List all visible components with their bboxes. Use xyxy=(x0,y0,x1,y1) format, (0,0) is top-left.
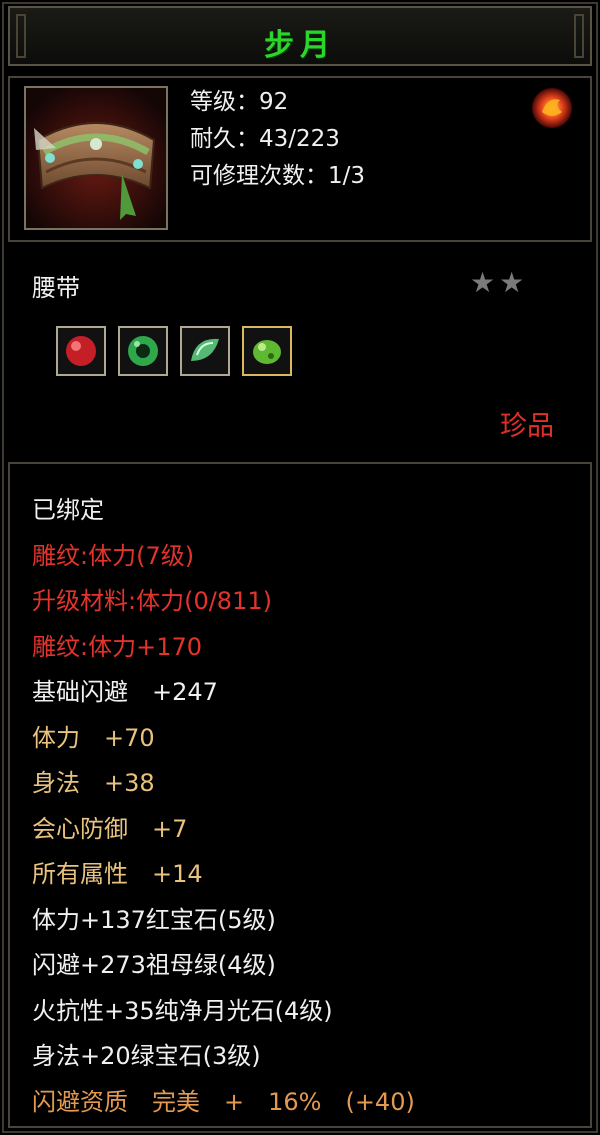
item-stats: 等级：92 耐久：43/223 可修理次数：1/3 xyxy=(190,84,365,195)
stat-line: 身法 +38 xyxy=(32,769,155,797)
gem-bonus-line: 体力+137红宝石(5级) xyxy=(32,905,276,934)
bound-status: 已绑定 xyxy=(32,496,104,524)
moonstone-gem-icon[interactable] xyxy=(180,326,230,376)
gem-sockets xyxy=(56,326,292,376)
level-text: 等级：92 xyxy=(190,89,289,115)
repair-count-text: 可修理次数：1/3 xyxy=(190,163,366,189)
title-bar: 步月 xyxy=(8,6,592,66)
engraving-bonus-line: 雕纹:体力+170 xyxy=(32,632,203,661)
item-header-panel: 等级：92 耐久：43/223 可修理次数：1/3 xyxy=(8,76,592,242)
durability-text: 耐久：43/223 xyxy=(190,126,340,152)
stat-line: 会心防御 +7 xyxy=(32,814,188,843)
emerald-gem-icon[interactable] xyxy=(118,326,168,376)
property-list: 已绑定 雕纹:体力(7级) 升级材料:体力(0/811) 雕纹:体力+170 基… xyxy=(32,488,415,1125)
item-name: 步月 xyxy=(264,28,336,63)
upgrade-material-line: 升级材料:体力(0/811) xyxy=(32,587,272,615)
star-rating: ★★ xyxy=(470,266,529,299)
stat-line: 体力 +70 xyxy=(32,723,155,752)
gem-bonus-line: 火抗性+35纯净月光石(4级) xyxy=(32,996,333,1025)
aptitude-line: 闪避资质 完美 + 16% (+40) xyxy=(32,1087,415,1116)
belt-icon xyxy=(24,86,168,230)
stat-line: 所有属性 +14 xyxy=(32,860,203,888)
gem-bonus-line: 身法+20绿宝石(3级) xyxy=(32,1042,261,1070)
gem-bonus-line: 闪避+273祖母绿(4级) xyxy=(32,951,276,979)
quality-label: 珍品 xyxy=(500,411,554,442)
red-gem-icon[interactable] xyxy=(56,326,106,376)
green-gem-icon[interactable] xyxy=(242,326,292,376)
fire-rune-icon xyxy=(530,86,574,130)
item-type-label: 腰带 xyxy=(32,274,80,302)
engraving-line: 雕纹:体力(7级) xyxy=(32,541,195,570)
base-dodge-line: 基础闪避 +247 xyxy=(32,678,218,706)
